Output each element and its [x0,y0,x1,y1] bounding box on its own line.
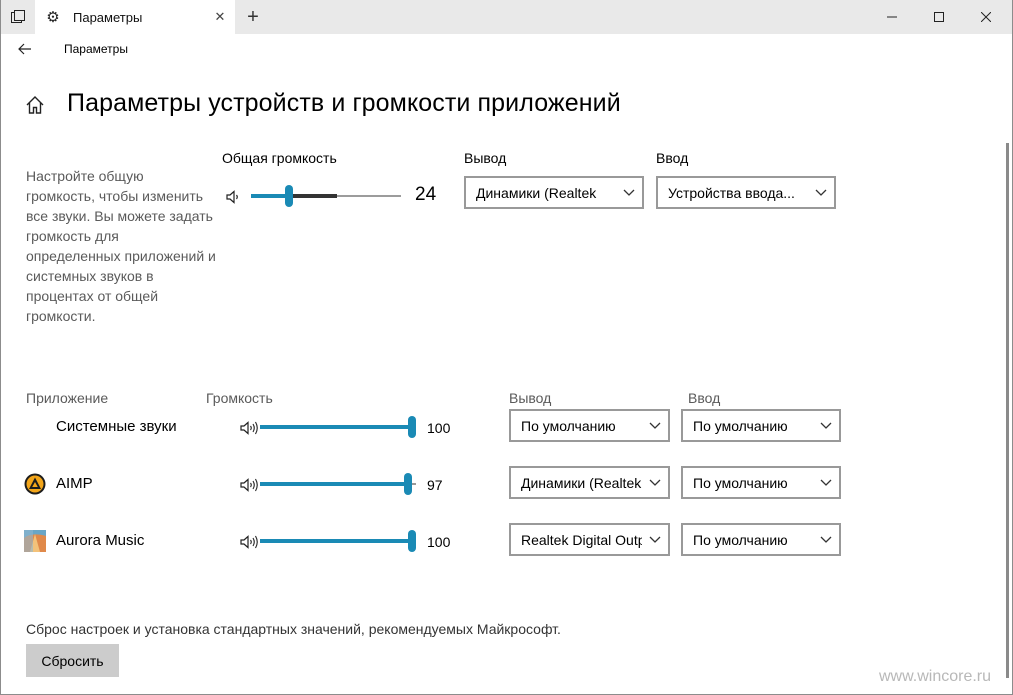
slider-thumb[interactable] [408,530,416,552]
maximize-icon [934,12,944,22]
back-button[interactable] [13,38,37,60]
column-header-input: Ввод [688,390,721,406]
dropdown-value: Динамики (Realtek [476,184,597,201]
chevron-down-icon [813,536,839,544]
back-arrow-icon [18,43,31,55]
chevron-down-icon [616,189,642,197]
speaker-icon[interactable] [225,189,243,205]
column-header-volume: Громкость [206,390,273,406]
page-title: Параметры устройств и громкости приложен… [67,89,621,117]
reset-description: Сброс настроек и установка стандартных з… [26,621,561,637]
settings-window: ⚙ Параметры ✕ + Параметры Параметры устр… [0,0,1013,695]
gear-icon: ⚙ [46,9,60,26]
nav-title: Параметры [64,42,128,56]
scrollbar[interactable] [1006,143,1009,678]
aurora-music-icon [24,530,46,552]
maximize-button[interactable] [916,0,962,34]
tab-settings[interactable]: ⚙ Параметры ✕ [35,0,235,34]
tab-overview-icon [11,10,25,23]
app-input-dropdown[interactable]: По умолчанию [681,523,841,556]
chevron-down-icon [642,536,668,544]
slider-thumb[interactable] [285,185,293,207]
slider-fill [251,194,289,198]
master-input-dropdown[interactable]: Устройства ввода... [656,176,836,209]
watermark: www.wincore.ru [879,668,992,685]
chevron-down-icon [813,422,839,430]
dropdown-value: Устройства ввода... [668,184,795,201]
new-tab-button[interactable]: + [239,0,267,34]
title-bar: ⚙ Параметры ✕ + [1,0,1012,34]
minimize-icon [887,16,897,18]
app-row-aurora-music: Aurora Music 100 Realtek Digital Output … [1,523,1012,559]
dropdown-value: По умолчанию [521,417,616,434]
column-header-app: Приложение [26,390,109,406]
dropdown-value: По умолчанию [693,417,788,434]
app-output-dropdown[interactable]: Realtek Digital Output [509,523,670,556]
home-icon[interactable] [25,95,45,115]
chevron-down-icon [808,189,834,197]
dropdown-value: По умолчанию [693,474,788,491]
aimp-icon [24,473,46,495]
slider-fill [260,482,408,486]
tab-title: Параметры [73,9,143,25]
app-volume-value: 100 [427,420,451,436]
minimize-button[interactable] [869,0,915,34]
tab-overview-button[interactable] [1,0,35,34]
master-output-label: Вывод [464,150,507,166]
tab-close-button[interactable]: ✕ [205,9,235,25]
app-output-dropdown[interactable]: Динамики (Realtek [509,466,670,499]
app-volume-value: 97 [427,477,443,493]
speaker-icon[interactable] [239,477,259,493]
app-volume-value: 100 [427,534,451,550]
column-header-output: Вывод [509,390,552,406]
app-name: AIMP [56,475,93,492]
app-input-dropdown[interactable]: По умолчанию [681,409,841,442]
app-output-dropdown[interactable]: По умолчанию [509,409,670,442]
slider-thumb[interactable] [404,473,412,495]
slider-fill [260,539,412,543]
chevron-down-icon [642,422,668,430]
chevron-down-icon [813,479,839,487]
app-volume-slider[interactable] [260,530,416,552]
app-row-system-sounds: Системные звуки 100 По умолчанию По умол… [1,409,1012,445]
speaker-icon[interactable] [239,420,259,436]
master-volume-value: 24 [415,184,437,205]
dropdown-value: По умолчанию [693,531,788,548]
master-output-dropdown[interactable]: Динамики (Realtek [464,176,644,209]
close-button[interactable] [963,0,1009,34]
master-volume-label: Общая громкость [222,150,337,166]
dropdown-value: Realtek Digital Output [521,531,642,548]
close-icon [981,12,991,22]
dropdown-value: Динамики (Realtek [521,474,642,491]
app-name: Aurora Music [56,532,145,549]
app-name: Системные звуки [56,418,177,435]
app-volume-slider[interactable] [260,416,416,438]
nav-bar: Параметры [1,34,1012,64]
slider-thumb[interactable] [408,416,416,438]
master-volume-slider[interactable] [251,185,401,207]
speaker-icon[interactable] [239,534,259,550]
master-input-label: Ввод [656,150,689,166]
chevron-down-icon [642,479,668,487]
app-input-dropdown[interactable]: По умолчанию [681,466,841,499]
slider-fill [260,425,412,429]
app-volume-slider[interactable] [260,473,416,495]
page-description: Настройте общую громкость, чтобы изменит… [26,168,216,324]
reset-button[interactable]: Сбросить [26,644,119,677]
slider-hover-track [293,194,337,198]
app-row-aimp: AIMP 97 Динамики (Realtek По умолчанию [1,466,1012,502]
